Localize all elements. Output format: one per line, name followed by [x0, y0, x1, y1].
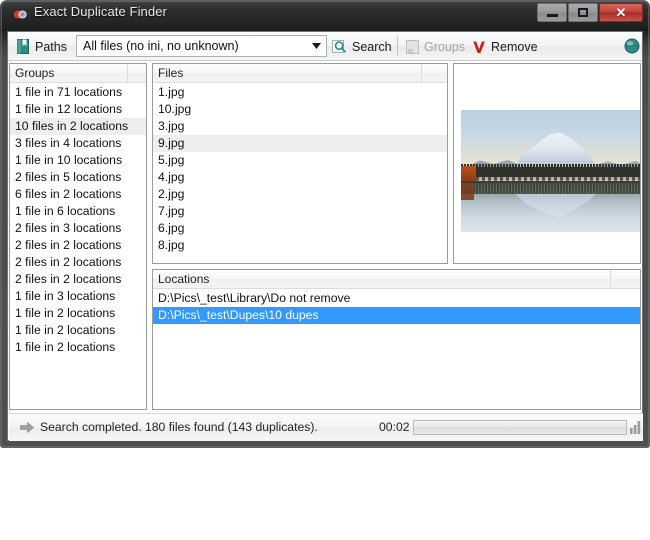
arrow-right-icon	[20, 422, 34, 433]
column-divider[interactable]	[610, 270, 611, 289]
groups-list-item[interactable]: 1 file in 12 locations	[10, 101, 146, 118]
magnifier-icon	[332, 39, 347, 54]
column-divider[interactable]	[421, 64, 422, 83]
toolbar-separator	[397, 37, 398, 56]
maximize-icon	[578, 8, 588, 17]
files-list-item[interactable]: 1.jpg	[153, 84, 447, 101]
file-filter-combobox[interactable]: All files (no ini, no unknown)	[76, 35, 327, 57]
toolbar: Paths All files (no ini, no unknown) Sea…	[8, 32, 642, 61]
title-bar[interactable]: Exact Duplicate Finder ✕	[0, 0, 650, 30]
groups-list-item[interactable]: 1 file in 6 locations	[10, 203, 146, 220]
search-label: Search	[352, 40, 392, 54]
app-logo-icon	[13, 8, 28, 21]
close-icon: ✕	[616, 6, 627, 19]
groups-list-item[interactable]: 1 file in 2 locations	[10, 322, 146, 339]
files-list[interactable]: 1.jpg10.jpg3.jpg9.jpg5.jpg4.jpg2.jpg7.jp…	[153, 84, 447, 263]
files-list-item[interactable]: 10.jpg	[153, 101, 447, 118]
bar-chart-icon[interactable]	[630, 421, 642, 434]
locations-header-label: Locations	[158, 272, 209, 286]
groups-list-item[interactable]: 10 files in 2 locations	[10, 118, 146, 135]
groups-list-item[interactable]: 1 file in 2 locations	[10, 305, 146, 322]
files-list-item[interactable]: 5.jpg	[153, 152, 447, 169]
window-reflection: Search completed. 180 files found (143 d…	[0, 449, 650, 540]
locations-list-item[interactable]: D:\Pics\_test\Library\Do not remove	[153, 290, 640, 307]
files-list-item[interactable]: 6.jpg	[153, 220, 447, 237]
file-filter-value: All files (no ini, no unknown)	[77, 39, 306, 53]
chevron-down-icon[interactable]	[306, 43, 326, 49]
groups-list-item[interactable]: 2 files in 5 locations	[10, 169, 146, 186]
minimize-button[interactable]	[537, 3, 567, 22]
groups-column-header[interactable]: Groups	[10, 64, 146, 83]
groups-button[interactable]: Groups	[406, 35, 465, 58]
locations-list-item[interactable]: D:\Pics\_test\Dupes\10 dupes	[153, 307, 640, 324]
column-divider[interactable]	[127, 64, 128, 83]
files-panel: Files 1.jpg10.jpg3.jpg9.jpg5.jpg4.jpg2.j…	[152, 63, 448, 264]
files-list-item[interactable]: 8.jpg	[153, 237, 447, 254]
groups-panel: Groups 1 file in 71 locations1 file in 1…	[9, 63, 147, 410]
files-column-header[interactable]: Files	[153, 64, 447, 83]
application-window: Exact Duplicate Finder ✕ Paths All fil	[0, 0, 650, 448]
files-list-item[interactable]: 9.jpg	[153, 135, 447, 152]
groups-list-item[interactable]: 1 file in 2 locations	[10, 339, 146, 356]
remove-label: Remove	[491, 40, 538, 54]
groups-list-item[interactable]: 2 files in 3 locations	[10, 220, 146, 237]
groups-list-item[interactable]: 2 files in 2 locations	[10, 254, 146, 271]
files-list-item[interactable]: 4.jpg	[153, 169, 447, 186]
groups-list-item[interactable]: 6 files in 2 locations	[10, 186, 146, 203]
help-globe-icon[interactable]	[624, 38, 640, 54]
search-button[interactable]: Search	[332, 35, 392, 58]
mountain-lake-reflection-photo	[461, 110, 641, 232]
files-list-item[interactable]: 3.jpg	[153, 118, 447, 135]
groups-list-item[interactable]: 1 file in 10 locations	[10, 152, 146, 169]
elapsed-time: 00:02	[379, 420, 410, 434]
groups-list-item[interactable]: 2 files in 2 locations	[10, 237, 146, 254]
groups-label: Groups	[424, 40, 465, 54]
book-icon	[17, 39, 29, 54]
maximize-button[interactable]	[568, 3, 598, 22]
close-button[interactable]: ✕	[599, 3, 643, 22]
client-area: Paths All files (no ini, no unknown) Sea…	[7, 31, 643, 441]
window-title: Exact Duplicate Finder	[34, 4, 167, 19]
files-list-item[interactable]: 7.jpg	[153, 203, 447, 220]
remove-v-icon	[472, 40, 486, 54]
files-header-label: Files	[158, 66, 183, 80]
files-list-item[interactable]: 2.jpg	[153, 186, 447, 203]
status-bar: Search completed. 180 files found (143 d…	[9, 413, 643, 441]
groups-header-label: Groups	[15, 66, 54, 80]
groups-list-item[interactable]: 2 files in 2 locations	[10, 271, 146, 288]
groups-list-item[interactable]: 1 file in 3 locations	[10, 288, 146, 305]
locations-panel: Locations D:\Pics\_test\Library\Do not r…	[152, 269, 641, 410]
groups-list-item[interactable]: 1 file in 71 locations	[10, 84, 146, 101]
paths-button[interactable]: Paths	[14, 35, 73, 58]
groups-icon	[406, 40, 419, 54]
groups-list-item[interactable]: 3 files in 4 locations	[10, 135, 146, 152]
preview-panel	[453, 63, 641, 264]
locations-list[interactable]: D:\Pics\_test\Library\Do not removeD:\Pi…	[153, 290, 640, 409]
minimize-icon	[547, 14, 558, 17]
progress-bar	[413, 420, 627, 435]
groups-list[interactable]: 1 file in 71 locations1 file in 12 locat…	[10, 84, 146, 409]
paths-label: Paths	[35, 40, 67, 54]
status-message: Search completed. 180 files found (143 d…	[40, 420, 318, 434]
locations-column-header[interactable]: Locations	[153, 270, 640, 289]
remove-button[interactable]: Remove	[472, 35, 538, 58]
